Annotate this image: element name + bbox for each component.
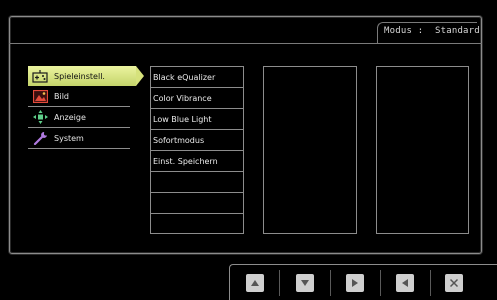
menu-item-anzeige[interactable]: Anzeige [28, 107, 130, 128]
menu-item-label: Anzeige [54, 112, 86, 122]
triangle-down-icon [301, 280, 309, 286]
menu-item-system[interactable]: System [28, 128, 130, 149]
submenu-item-empty [151, 214, 243, 235]
mode-label: Modus [384, 26, 413, 36]
options-panel [263, 66, 357, 234]
mode-indicator: Modus : Standard [384, 26, 480, 36]
close-button[interactable] [445, 274, 463, 292]
submenu-item-einst-speichern[interactable]: Einst. Speichern [151, 151, 243, 172]
right-button[interactable] [346, 274, 364, 292]
submenu-item-empty [151, 172, 243, 193]
menu-item-bild[interactable]: Bild [28, 86, 130, 107]
triangle-right-icon [352, 279, 358, 287]
main-menu: Spieleinstell. Bild Anzeige System [28, 66, 144, 149]
submenu-item-color-vibrance[interactable]: Color Vibrance [151, 88, 243, 109]
nav-divider [279, 270, 280, 296]
down-button[interactable] [296, 274, 314, 292]
nav-divider [430, 270, 431, 296]
submenu-list: Black eQualizer Color Vibrance Low Blue … [150, 66, 244, 234]
submenu-item-empty [151, 193, 243, 214]
mode-value: Standard [434, 26, 480, 36]
submenu-item-low-blue-light[interactable]: Low Blue Light [151, 109, 243, 130]
triangle-left-icon [402, 279, 408, 287]
wrench-icon [32, 131, 48, 145]
submenu-item-black-equalizer[interactable]: Black eQualizer [151, 67, 243, 88]
menu-item-label: Spieleinstell. [54, 71, 105, 81]
nav-divider [380, 270, 381, 296]
gamepad-icon [32, 69, 48, 83]
values-panel [376, 66, 469, 234]
menu-item-spieleinstell[interactable]: Spieleinstell. [28, 66, 144, 86]
triangle-up-icon [251, 280, 259, 286]
left-button[interactable] [396, 274, 414, 292]
submenu-item-sofortmodus[interactable]: Sofortmodus [151, 130, 243, 151]
menu-item-label: System [54, 133, 84, 143]
nav-divider [330, 270, 331, 296]
up-button[interactable] [246, 274, 264, 292]
menu-item-label: Bild [54, 91, 70, 101]
mode-separator: : [417, 26, 424, 36]
picture-icon [32, 89, 48, 103]
close-icon [449, 278, 459, 288]
display-arrows-icon [32, 110, 48, 124]
